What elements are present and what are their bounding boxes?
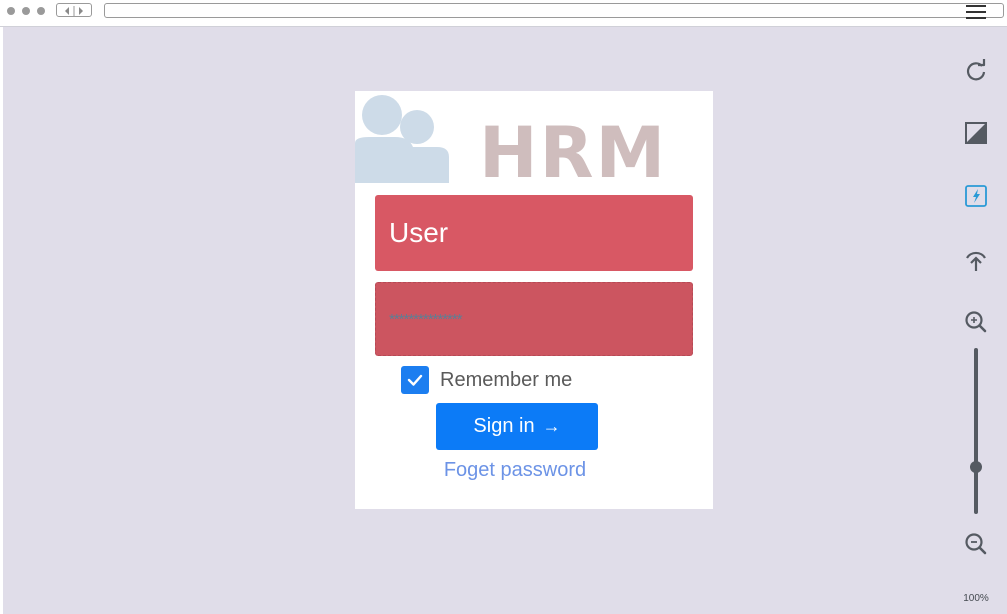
sign-in-label: Sign in: [473, 415, 535, 437]
username-input[interactable]: User: [375, 195, 693, 271]
zoom-out-icon[interactable]: [963, 531, 989, 557]
zoom-level-label: 100%: [963, 593, 989, 604]
forward-icon[interactable]: [79, 7, 83, 15]
logo-text: HRM: [479, 112, 668, 194]
contrast-icon[interactable]: [963, 120, 989, 146]
password-input[interactable]: ***************: [375, 282, 693, 356]
window-dot-icon[interactable]: [22, 7, 30, 15]
flash-icon[interactable]: [963, 183, 989, 209]
sign-in-button[interactable]: Sign in →: [436, 403, 598, 450]
remember-me-checkbox[interactable]: [401, 366, 429, 394]
back-icon[interactable]: [65, 7, 69, 15]
zoom-slider-track[interactable]: [974, 348, 978, 514]
zoom-in-icon[interactable]: [963, 309, 989, 335]
browser-toolbar: [0, 0, 1007, 27]
zoom-slider-thumb[interactable]: [970, 461, 982, 473]
check-icon: [407, 374, 423, 386]
window-dot-icon[interactable]: [37, 7, 45, 15]
window-dot-icon[interactable]: [7, 7, 15, 15]
login-card: HRM User *************** Remember me Sig…: [355, 91, 713, 509]
forgot-password-link[interactable]: Foget password: [355, 459, 675, 482]
users-logo-icon: [355, 95, 449, 183]
address-bar[interactable]: [104, 3, 1004, 18]
refresh-icon[interactable]: [963, 57, 989, 83]
arrow-right-icon: →: [542, 416, 561, 436]
back-forward-buttons[interactable]: [56, 3, 92, 17]
remember-me-label: Remember me: [440, 369, 573, 391]
remember-me-row[interactable]: Remember me: [401, 366, 601, 394]
menu-icon[interactable]: [966, 5, 986, 19]
upload-icon[interactable]: [963, 247, 989, 273]
